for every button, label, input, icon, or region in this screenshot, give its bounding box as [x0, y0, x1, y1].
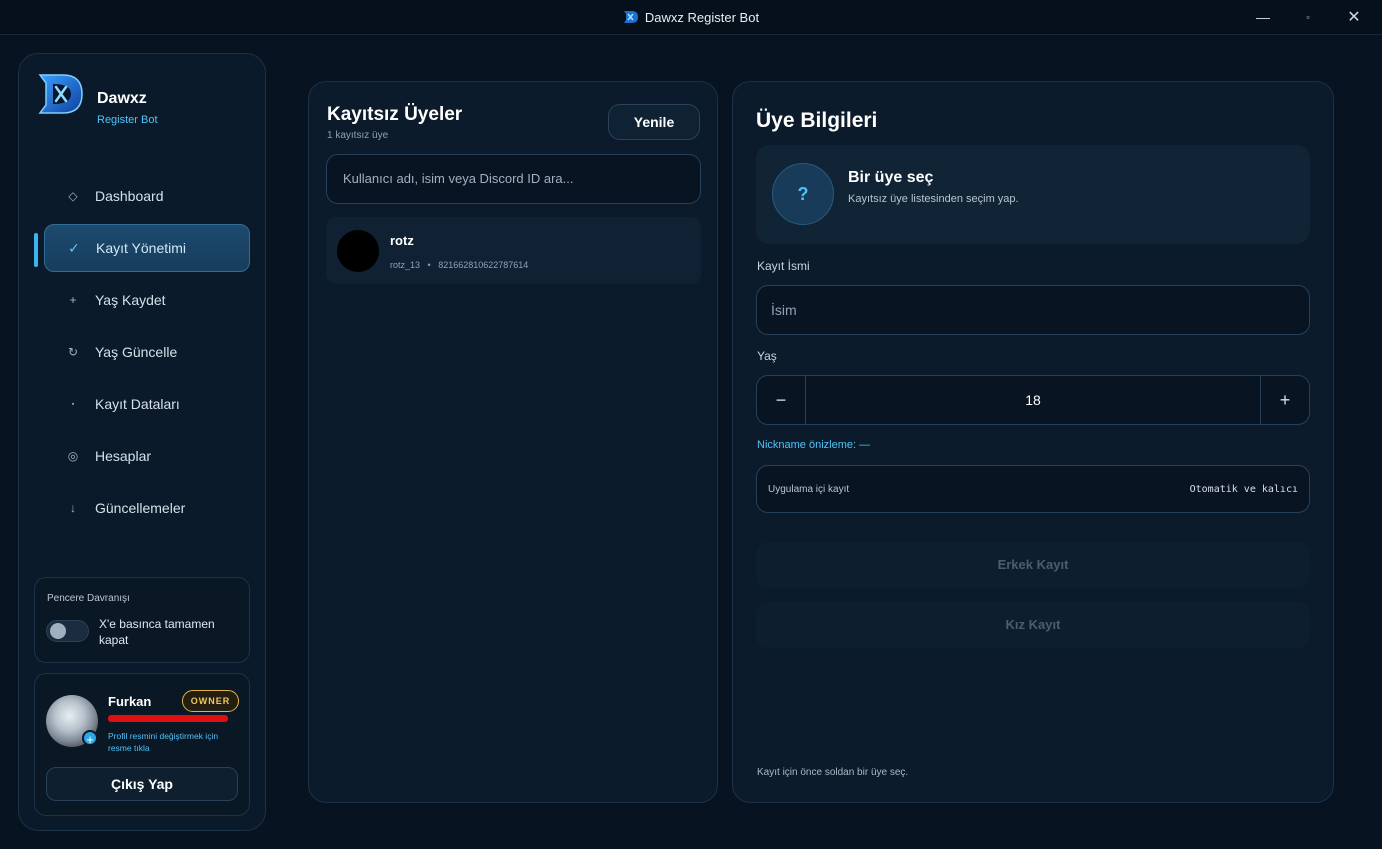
redacted-text	[108, 715, 228, 722]
age-label: Yaş	[757, 349, 777, 363]
question-icon: ?	[772, 163, 834, 225]
close-on-x-toggle[interactable]	[46, 620, 89, 642]
window-title: Dawxz Register Bot	[0, 10, 1382, 25]
logout-button[interactable]: Çıkış Yap	[46, 767, 238, 801]
member-meta: rotz_13 • 821662810622787614	[390, 260, 528, 270]
age-increment-button[interactable]: +	[1260, 376, 1309, 424]
window-behavior-title: Pencere Davranışı	[47, 593, 130, 604]
plus-icon: +	[69, 293, 77, 307]
sidebar-item-kayit-yonetimi[interactable]: ✓ Kayıt Yönetimi	[34, 224, 250, 272]
select-member-subtitle: Kayıtsız üye listesinden seçim yap.	[848, 193, 1019, 205]
sidebar-item-label: Yaş Kaydet	[95, 292, 166, 308]
male-register-button[interactable]: Erkek Kayıt	[756, 542, 1310, 588]
arrow-down-icon: ↓	[70, 501, 76, 515]
member-list-item[interactable]: rotz rotz_13 • 821662810622787614	[326, 217, 701, 284]
sidebar-item-kayit-datalari[interactable]: ▪ Kayıt Dataları	[44, 380, 250, 428]
diamond-icon: ◇	[68, 189, 78, 203]
age-value[interactable]: 18	[807, 376, 1259, 424]
member-discord-id: 821662810622787614	[438, 260, 529, 270]
brand: Dawxz Register Bot	[37, 72, 247, 126]
app-logo-icon	[623, 11, 638, 23]
maximize-button[interactable]: ▫	[1285, 0, 1331, 35]
select-member-card: ? Bir üye seç Kayıtsız üye listesinden s…	[756, 145, 1310, 244]
member-count: 1 kayıtsız üye	[327, 130, 389, 141]
female-register-button[interactable]: Kız Kayıt	[756, 602, 1310, 648]
sidebar-item-label: Yaş Güncelle	[95, 344, 178, 360]
sidebar: Dawxz Register Bot ◇ Dashboard ✓ Kayıt Y…	[18, 53, 266, 831]
sidebar-item-yas-kaydet[interactable]: + Yaş Kaydet	[44, 276, 250, 324]
dawxz-logo-icon	[38, 74, 83, 114]
sidebar-item-label: Dashboard	[95, 188, 164, 204]
minimize-button[interactable]: —	[1240, 0, 1286, 35]
search-input[interactable]: Kullanıcı adı, isim veya Discord ID ara.…	[326, 154, 701, 204]
sidebar-item-label: Kayıt Yönetimi	[96, 240, 187, 256]
brand-name: Dawxz	[97, 90, 147, 107]
nickname-preview: Nickname önizleme: —	[757, 439, 871, 451]
app-register-info: Uygulama içi kayıt Otomatik ve kalıcı	[756, 465, 1310, 513]
member-details-panel: Üye Bilgileri ? Bir üye seç Kayıtsız üye…	[732, 81, 1334, 803]
refresh-button[interactable]: Yenile	[608, 104, 700, 140]
brand-subtitle: Register Bot	[97, 114, 158, 126]
dot-icon: ▪	[71, 400, 75, 408]
sidebar-item-yas-guncelle[interactable]: ↻ Yaş Güncelle	[44, 328, 250, 376]
active-indicator	[34, 233, 38, 267]
name-input[interactable]: İsim	[756, 285, 1310, 335]
panel-title: Üye Bilgileri	[756, 109, 878, 132]
member-username: rotz_13	[390, 260, 421, 270]
profile-name: Furkan	[108, 694, 152, 709]
footer-hint: Kayıt için önce soldan bir üye seç.	[757, 767, 909, 778]
toggle-knob	[50, 623, 66, 639]
owner-badge: OWNER	[182, 690, 239, 712]
refresh-icon: ↻	[67, 345, 79, 359]
meta-separator: •	[427, 260, 431, 270]
sidebar-item-guncellemeler[interactable]: ↓ Güncellemeler	[44, 484, 250, 532]
check-icon: ✓	[68, 239, 80, 256]
select-member-title: Bir üye seç	[848, 169, 934, 186]
profile-hint: Profil resmini değiştirmek için resme tı…	[108, 731, 219, 753]
window-title-text: Dawxz Register Bot	[644, 10, 760, 25]
add-avatar-icon[interactable]: +	[82, 730, 98, 747]
sidebar-item-dashboard[interactable]: ◇ Dashboard	[44, 172, 250, 220]
profile-card: + Furkan OWNER Profil resmini değiştirme…	[34, 673, 250, 816]
close-button[interactable]: ✕	[1331, 0, 1377, 35]
member-avatar	[337, 230, 379, 272]
panel-title: Kayıtsız Üyeler	[327, 104, 463, 125]
sidebar-item-label: Güncellemeler	[95, 500, 186, 516]
sidebar-nav: ◇ Dashboard ✓ Kayıt Yönetimi + Yaş Kayde…	[34, 172, 250, 536]
app-register-value: Otomatik ve kalıcı	[1189, 484, 1298, 495]
title-bar: Dawxz Register Bot — ▫ ✕	[0, 0, 1382, 35]
target-icon: ◎	[67, 449, 79, 463]
member-name: rotz	[390, 233, 414, 248]
sidebar-item-label: Hesaplar	[95, 448, 152, 464]
close-on-x-label: X'e basınca tamamen kapat	[99, 617, 215, 647]
sidebar-item-label: Kayıt Dataları	[95, 396, 180, 412]
app-register-label: Uygulama içi kayıt	[768, 484, 850, 495]
age-decrement-button[interactable]: −	[757, 376, 806, 424]
unregistered-members-panel: Kayıtsız Üyeler 1 kayıtsız üye Yenile Ku…	[308, 81, 718, 803]
sidebar-item-hesaplar[interactable]: ◎ Hesaplar	[44, 432, 250, 480]
name-label: Kayıt İsmi	[757, 259, 810, 273]
age-stepper: − 18 +	[756, 375, 1310, 425]
window-behavior-card: Pencere Davranışı X'e basınca tamamen ka…	[34, 577, 250, 663]
